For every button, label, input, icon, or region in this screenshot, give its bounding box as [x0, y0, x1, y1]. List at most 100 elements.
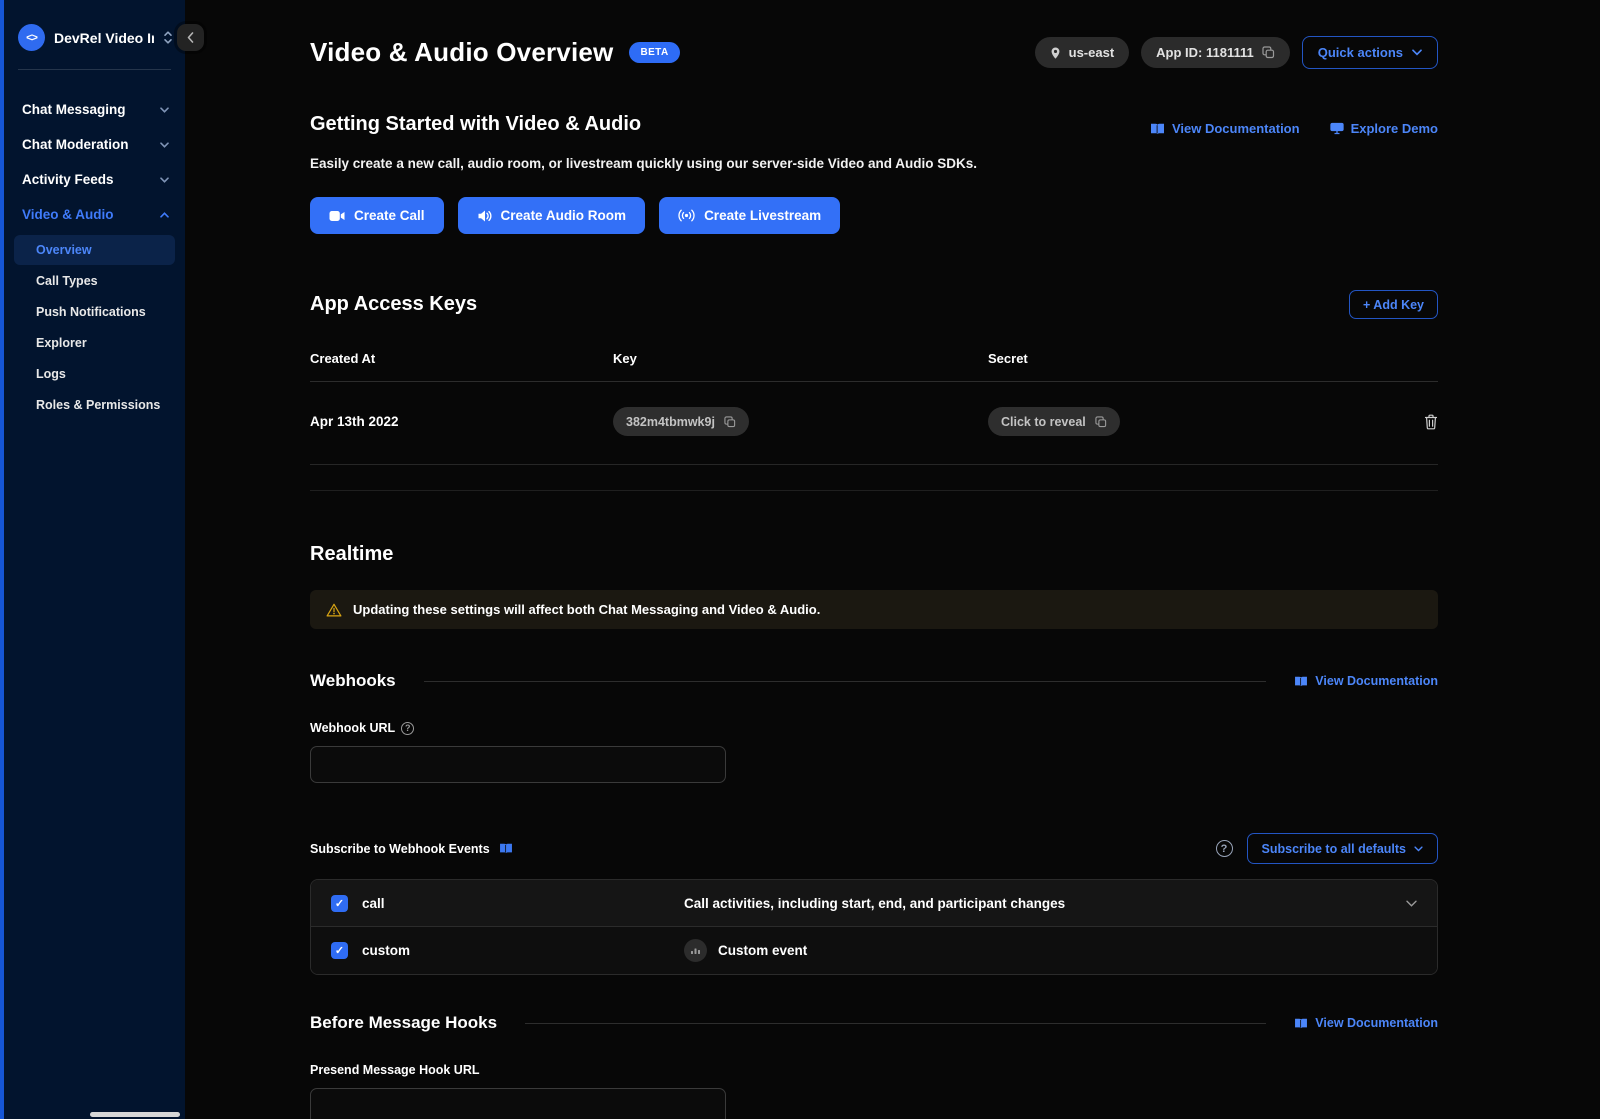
- book-icon: [1150, 123, 1165, 135]
- sidebar-subitem-roles-permissions[interactable]: Roles & Permissions: [14, 390, 175, 420]
- before-message-hooks-header: Before Message Hooks View Documentation: [310, 1013, 1438, 1033]
- help-icon[interactable]: ?: [401, 722, 414, 735]
- section-divider: [525, 1023, 1266, 1024]
- event-description: Call activities, including start, end, a…: [684, 896, 1065, 911]
- create-audio-room-label: Create Audio Room: [501, 208, 627, 223]
- before-message-hooks-title: Before Message Hooks: [310, 1013, 497, 1033]
- access-keys-header: App Access Keys + Add Key: [310, 290, 1438, 319]
- region-pill: us-east: [1035, 37, 1130, 68]
- column-created-at: Created At: [310, 351, 613, 366]
- chevron-down-icon[interactable]: [1391, 900, 1417, 907]
- webhook-url-label-row: Webhook URL ?: [310, 721, 1438, 735]
- event-description: Custom event: [718, 943, 807, 958]
- call-checkbox[interactable]: ✓: [331, 895, 348, 912]
- access-keys-title: App Access Keys: [310, 293, 477, 316]
- sidebar-item-label: Chat Moderation: [22, 137, 129, 152]
- explore-demo-label: Explore Demo: [1351, 121, 1438, 136]
- sidebar-subitem-push-notifications[interactable]: Push Notifications: [14, 297, 175, 327]
- custom-checkbox[interactable]: ✓: [331, 942, 348, 959]
- secret-reveal-pill[interactable]: Click to reveal: [988, 407, 1120, 436]
- app-name: DevRel Video In...: [54, 30, 154, 46]
- delete-key-button[interactable]: [1408, 414, 1438, 430]
- chevron-down-icon: [160, 107, 169, 113]
- book-icon: [1294, 1018, 1308, 1029]
- book-icon: [1294, 676, 1308, 687]
- column-key: Key: [613, 351, 988, 366]
- sidebar-item-activity-feeds[interactable]: Activity Feeds: [4, 162, 185, 197]
- webhook-url-input[interactable]: [310, 746, 726, 783]
- sidebar-item-chat-messaging[interactable]: Chat Messaging: [4, 92, 185, 127]
- event-row-call[interactable]: ✓ call Call activities, including start,…: [311, 880, 1437, 927]
- quick-actions-label: Quick actions: [1318, 45, 1403, 60]
- view-documentation-link[interactable]: View Documentation: [1150, 121, 1300, 136]
- sidebar-scrollbar[interactable]: [90, 1112, 180, 1117]
- sidebar-item-label: Chat Messaging: [22, 102, 126, 117]
- realtime-warning-text: Updating these settings will affect both…: [353, 602, 820, 617]
- region-label: us-east: [1069, 45, 1115, 60]
- book-icon[interactable]: [499, 843, 513, 854]
- table-footer-divider: [310, 465, 1438, 491]
- warning-triangle-icon: [326, 603, 342, 617]
- create-audio-room-button[interactable]: Create Audio Room: [458, 197, 646, 234]
- app-logo-code-icon: <>: [18, 24, 45, 51]
- main-content: Video & Audio Overview BETA us-east App …: [185, 0, 1600, 1119]
- webhooks-title: Webhooks: [310, 671, 396, 691]
- presend-hook-url-label-row: Presend Message Hook URL: [310, 1063, 1438, 1077]
- getting-started-title: Getting Started with Video & Audio: [310, 113, 641, 136]
- explore-demo-link[interactable]: Explore Demo: [1330, 121, 1438, 136]
- sidebar-item-label: Activity Feeds: [22, 172, 114, 187]
- create-call-label: Create Call: [354, 208, 425, 223]
- sidebar-subitem-overview[interactable]: Overview: [14, 235, 175, 265]
- beta-badge: BETA: [629, 42, 679, 63]
- help-icon[interactable]: ?: [1216, 840, 1233, 857]
- access-keys-table: Created At Key Secret Apr 13th 2022 382m…: [310, 351, 1438, 491]
- quick-actions-button[interactable]: Quick actions: [1302, 36, 1438, 69]
- column-secret: Secret: [988, 351, 1408, 366]
- getting-started-buttons: Create Call Create Audio Room Create Liv…: [310, 197, 1438, 234]
- trash-icon: [1424, 414, 1438, 430]
- realtime-warning-banner: Updating these settings will affect both…: [310, 590, 1438, 629]
- add-key-label: + Add Key: [1363, 298, 1424, 312]
- subscribe-events-label: Subscribe to Webhook Events: [310, 842, 490, 856]
- sidebar-item-video-audio[interactable]: Video & Audio: [4, 197, 185, 232]
- sidebar-nav: Chat Messaging Chat Moderation Activity …: [4, 70, 185, 420]
- app-switcher-updown-icon[interactable]: [163, 30, 173, 45]
- webhooks-view-documentation-link[interactable]: View Documentation: [1294, 674, 1438, 688]
- api-key-pill[interactable]: 382m4tbmwk9j: [613, 407, 749, 436]
- webhook-events-list: ✓ call Call activities, including start,…: [310, 879, 1438, 975]
- demo-icon: [1330, 122, 1344, 135]
- add-key-button[interactable]: + Add Key: [1349, 290, 1438, 319]
- key-created-at: Apr 13th 2022: [310, 414, 613, 429]
- page-header: Video & Audio Overview BETA us-east App …: [310, 36, 1438, 69]
- app-id-pill[interactable]: App ID: 1181111: [1141, 37, 1290, 68]
- copy-icon[interactable]: [1262, 46, 1275, 59]
- subscribe-all-defaults-label: Subscribe to all defaults: [1262, 842, 1406, 856]
- create-call-button[interactable]: Create Call: [310, 197, 444, 234]
- sidebar-submenu: Overview Call Types Push Notifications E…: [4, 232, 185, 420]
- sidebar-item-label: Video & Audio: [22, 207, 114, 222]
- sidebar: <> DevRel Video In... Chat Messaging Cha…: [0, 0, 185, 1119]
- create-livestream-button[interactable]: Create Livestream: [659, 197, 840, 234]
- event-name: call: [362, 896, 385, 911]
- sidebar-item-chat-moderation[interactable]: Chat Moderation: [4, 127, 185, 162]
- subscribe-all-defaults-button[interactable]: Subscribe to all defaults: [1247, 833, 1438, 864]
- chevron-up-icon: [160, 212, 169, 218]
- view-documentation-label: View Documentation: [1315, 1016, 1438, 1030]
- sidebar-subitem-explorer[interactable]: Explorer: [14, 328, 175, 358]
- chevron-down-icon: [1412, 49, 1422, 56]
- app-switcher[interactable]: <> DevRel Video In...: [4, 0, 185, 69]
- create-livestream-label: Create Livestream: [704, 208, 821, 223]
- page-title: Video & Audio Overview: [310, 37, 613, 68]
- sidebar-subitem-call-types[interactable]: Call Types: [14, 266, 175, 296]
- event-name: custom: [362, 943, 410, 958]
- bmh-view-documentation-link[interactable]: View Documentation: [1294, 1016, 1438, 1030]
- presend-hook-url-input[interactable]: [310, 1088, 726, 1119]
- sidebar-subitem-logs[interactable]: Logs: [14, 359, 175, 389]
- event-row-custom[interactable]: ✓ custom Custom event: [311, 927, 1437, 974]
- copy-icon[interactable]: [724, 416, 736, 428]
- copy-icon[interactable]: [1095, 416, 1107, 428]
- api-key-value: 382m4tbmwk9j: [626, 415, 715, 429]
- sidebar-collapse-button[interactable]: [177, 24, 204, 51]
- realtime-title: Realtime: [310, 543, 1438, 566]
- app-window: <> DevRel Video In... Chat Messaging Cha…: [0, 0, 1600, 1119]
